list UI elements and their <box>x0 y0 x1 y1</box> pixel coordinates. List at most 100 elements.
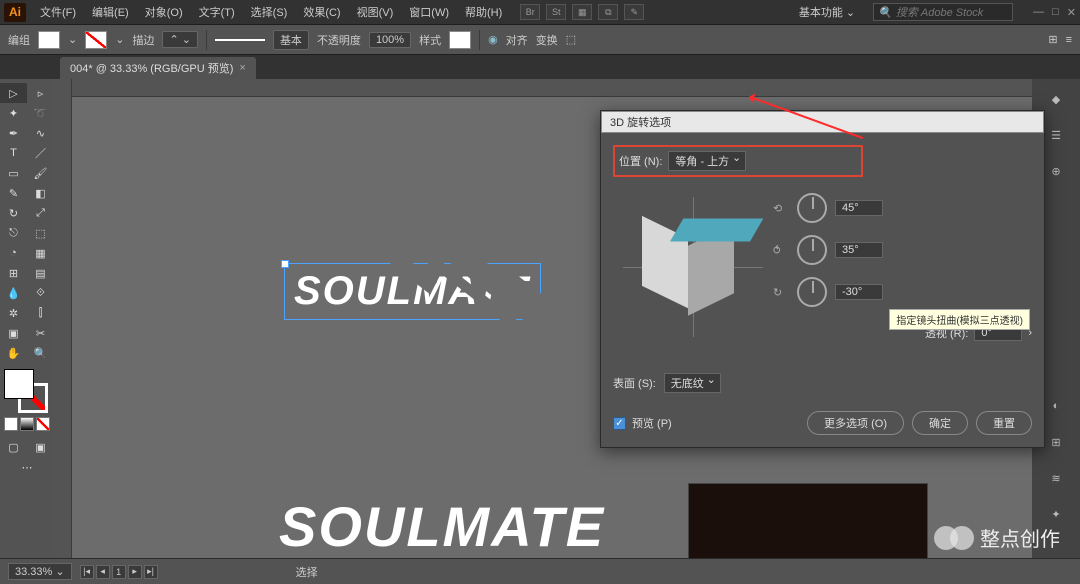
stroke-style-select[interactable]: 基本 <box>273 30 309 50</box>
rotate-x-input[interactable]: 45° <box>835 200 883 216</box>
reset-button[interactable]: 重置 <box>976 411 1032 435</box>
none-mode-icon[interactable] <box>36 417 50 431</box>
opacity-input[interactable]: 100% <box>369 32 411 48</box>
rotate-tool[interactable]: ↻ <box>0 203 27 223</box>
layers-panel-icon[interactable]: ☰ <box>1042 123 1070 147</box>
window-minimize-icon[interactable]: — <box>1033 6 1044 19</box>
stroke-weight-input[interactable]: ⌃ ⌄ <box>162 31 198 48</box>
stroke-profile[interactable] <box>215 39 265 41</box>
recolor-icon[interactable]: ◉ <box>488 33 498 46</box>
eyedropper-tool[interactable]: 💧 <box>0 283 27 303</box>
menu-help[interactable]: 帮助(H) <box>459 2 508 22</box>
zoom-tool[interactable]: 🔍 <box>27 343 54 363</box>
edit-toolbar-icon[interactable]: ⋯ <box>0 457 54 477</box>
cube-icon[interactable] <box>648 222 738 312</box>
gpu-icon[interactable]: ⧉ <box>598 4 618 20</box>
magic-wand-tool[interactable]: ✦ <box>0 103 27 123</box>
bridge-icon[interactable]: Br <box>520 4 540 20</box>
artboard-last-icon[interactable]: ▸| <box>144 565 158 579</box>
color-mode-icon[interactable] <box>4 417 18 431</box>
screen-mode-full[interactable]: ▣ <box>27 437 54 457</box>
artboard-prev-icon[interactable]: ◂ <box>96 565 110 579</box>
surface-select[interactable]: 无底纹 <box>664 373 721 393</box>
fill-stroke-control[interactable] <box>4 369 48 413</box>
artwork-bottom[interactable]: SOULMATE <box>279 494 605 558</box>
fill-swatch[interactable] <box>38 31 60 49</box>
zoom-level[interactable]: 33.33% ⌄ <box>8 563 72 580</box>
isolate-icon[interactable]: ⬚ <box>566 33 576 46</box>
width-tool[interactable]: ⎋ <box>0 223 27 243</box>
more-options-button[interactable]: 更多选项 (O) <box>807 411 904 435</box>
brushes-panel-icon[interactable]: ≋ <box>1042 466 1070 490</box>
artboard-tool[interactable]: ▣ <box>0 323 27 343</box>
blend-tool[interactable]: ⟐ <box>27 283 54 303</box>
position-select[interactable]: 等角 - 上方 <box>668 151 746 171</box>
curvature-tool[interactable]: ∿ <box>27 123 54 143</box>
ruler-horizontal[interactable] <box>54 79 1032 97</box>
panel-toggle-icon[interactable]: ⊞ <box>1048 33 1057 46</box>
eraser-tool[interactable]: ◧ <box>27 183 54 203</box>
tab-close-icon[interactable]: × <box>239 62 245 74</box>
rotate-z-dial[interactable] <box>797 277 827 307</box>
window-maximize-icon[interactable]: □ <box>1052 6 1059 19</box>
selection-bounding-box[interactable] <box>284 263 541 320</box>
symbol-sprayer-tool[interactable]: ✲ <box>0 303 27 323</box>
menu-select[interactable]: 选择(S) <box>245 2 294 22</box>
scale-tool[interactable]: ⤢ <box>27 203 54 223</box>
libraries-panel-icon[interactable]: ⊕ <box>1042 159 1070 183</box>
artboard-index[interactable]: 1 <box>112 565 126 579</box>
shape-builder-tool[interactable]: ◔ <box>0 243 27 263</box>
stock-icon[interactable]: St <box>546 4 566 20</box>
rotate-y-dial[interactable] <box>797 235 827 265</box>
lasso-tool[interactable]: ➰ <box>27 103 54 123</box>
preview-checkbox[interactable]: ✓ <box>613 417 626 430</box>
mesh-tool[interactable]: ⊞ <box>0 263 27 283</box>
menu-type[interactable]: 文字(T) <box>193 2 241 22</box>
type-tool[interactable]: T <box>0 143 27 163</box>
slice-tool[interactable]: ✂ <box>27 323 54 343</box>
free-transform-tool[interactable]: ⬚ <box>27 223 54 243</box>
fill-color-icon[interactable] <box>4 369 34 399</box>
direct-selection-tool[interactable]: ▹ <box>27 83 54 103</box>
workspace-switcher[interactable]: 基本功能 ⌄ <box>791 2 863 22</box>
menu-view[interactable]: 视图(V) <box>351 2 400 22</box>
secondary-artboard[interactable] <box>688 483 928 558</box>
feedback-icon[interactable]: ✎ <box>624 4 644 20</box>
stroke-swatch[interactable] <box>85 31 107 49</box>
rectangle-tool[interactable]: ▭ <box>0 163 27 183</box>
fill-dropdown-icon[interactable]: ⌄ <box>68 33 77 46</box>
graph-tool[interactable]: ⫿ <box>27 303 54 323</box>
rotate-z-input[interactable]: -30° <box>835 284 883 300</box>
line-tool[interactable]: ／ <box>27 143 54 163</box>
rotate-x-dial[interactable] <box>797 193 827 223</box>
rotate-y-input[interactable]: 35° <box>835 242 883 258</box>
gradient-tool[interactable]: ▤ <box>27 263 54 283</box>
hand-tool[interactable]: ✋ <box>0 343 27 363</box>
artwork-top-selected[interactable]: SOULMATE <box>294 269 531 314</box>
graphic-style-swatch[interactable] <box>449 31 471 49</box>
menu-edit[interactable]: 编辑(E) <box>86 2 135 22</box>
stroke-dropdown-icon[interactable]: ⌄ <box>115 33 124 46</box>
gradient-mode-icon[interactable] <box>20 417 34 431</box>
artboard-next-icon[interactable]: ▸ <box>128 565 142 579</box>
shaper-tool[interactable]: ✎ <box>0 183 27 203</box>
menu-window[interactable]: 窗口(W) <box>403 2 455 22</box>
window-close-icon[interactable]: ✕ <box>1067 6 1076 19</box>
transform-label[interactable]: 变换 <box>536 32 558 48</box>
properties-panel-icon[interactable]: ◆ <box>1042 87 1070 111</box>
stock-search[interactable]: 🔍 搜索 Adobe Stock <box>873 3 1013 21</box>
menu-effect[interactable]: 效果(C) <box>297 2 346 22</box>
swatches-panel-icon[interactable]: ⊞ <box>1042 430 1070 454</box>
menu-object[interactable]: 对象(O) <box>139 2 189 22</box>
color-panel-icon[interactable]: ◐ <box>1042 394 1070 418</box>
screen-mode-normal[interactable]: ▢ <box>0 437 27 457</box>
align-label[interactable]: 对齐 <box>506 32 528 48</box>
paintbrush-tool[interactable]: 🖌 <box>27 163 54 183</box>
document-tab[interactable]: 004* @ 33.33% (RGB/GPU 预览) × <box>60 57 256 79</box>
pen-tool[interactable]: ✒ <box>0 123 27 143</box>
panel-menu-icon[interactable]: ≡ <box>1066 34 1072 46</box>
perspective-tool[interactable]: ▦ <box>27 243 54 263</box>
artboard-first-icon[interactable]: |◂ <box>80 565 94 579</box>
ruler-vertical[interactable] <box>54 79 72 558</box>
cube-preview[interactable] <box>613 187 773 347</box>
